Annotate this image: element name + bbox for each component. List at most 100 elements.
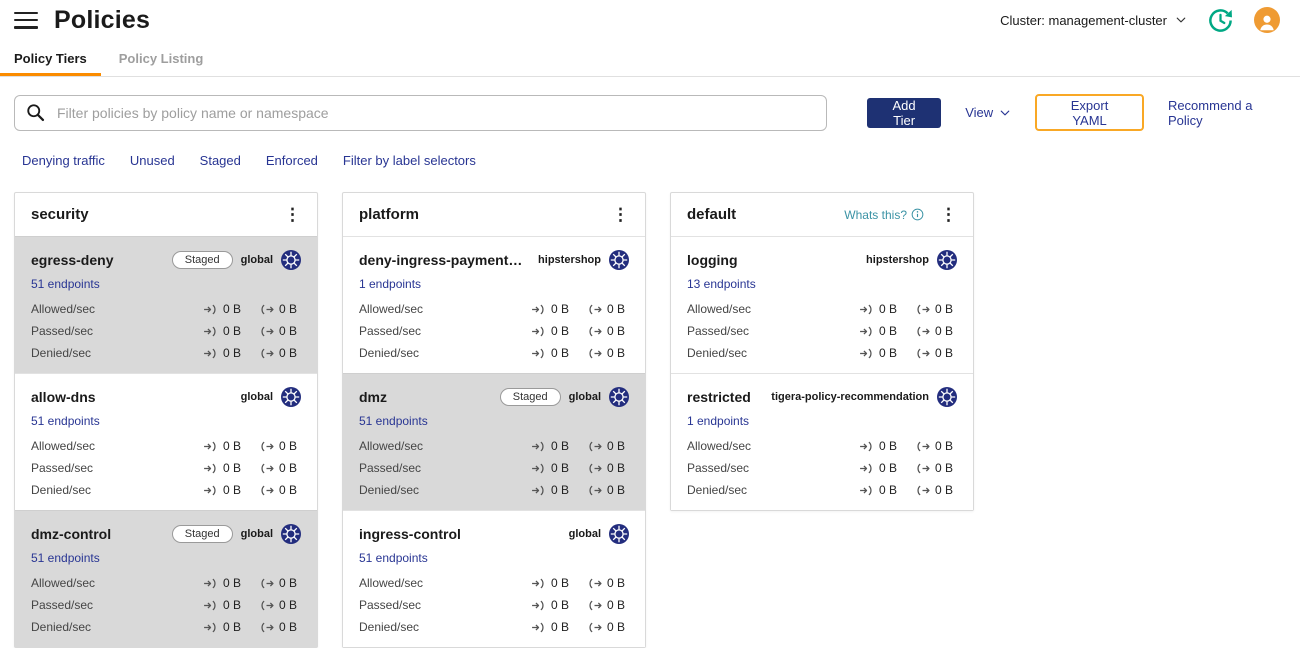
- scope-label: global: [240, 254, 273, 266]
- tab-policy-listing[interactable]: Policy Listing: [105, 40, 218, 76]
- endpoints-link[interactable]: 13 endpoints: [687, 277, 756, 291]
- metric-label: Passed/sec: [687, 324, 750, 338]
- policy-card[interactable]: allow-dns global 51 endpoints Allowed/se…: [15, 373, 317, 510]
- egress-value: 0 B: [935, 439, 954, 453]
- scope-label: hipstershop: [538, 254, 601, 266]
- tab-policy-tiers[interactable]: Policy Tiers: [0, 40, 101, 76]
- policy-card[interactable]: ingress-control global 51 endpoints Allo…: [343, 510, 645, 647]
- endpoints-link[interactable]: 51 endpoints: [31, 277, 100, 291]
- egress-icon: [587, 463, 602, 474]
- metric-label: Allowed/sec: [31, 302, 96, 316]
- recommend-policy-link[interactable]: Recommend a Policy: [1168, 98, 1280, 128]
- egress-icon: [587, 485, 602, 496]
- metric-label: Allowed/sec: [687, 439, 752, 453]
- policy-card[interactable]: logging hipstershop 13 endpoints Allowed…: [671, 236, 973, 373]
- metric-label: Denied/sec: [31, 483, 92, 497]
- egress-value: 0 B: [935, 483, 954, 497]
- filter-staged[interactable]: Staged: [200, 153, 241, 168]
- egress-value: 0 B: [935, 324, 954, 338]
- policy-name[interactable]: restricted: [687, 389, 763, 405]
- ingress-value: 0 B: [223, 576, 242, 590]
- policy-card[interactable]: dmz Staged global 51 endpoints Allowed/s…: [343, 373, 645, 510]
- user-avatar[interactable]: [1254, 7, 1280, 33]
- page-title: Policies: [54, 5, 151, 34]
- view-dropdown[interactable]: View: [965, 105, 1011, 120]
- policy-card[interactable]: egress-deny Staged global 51 endpoints A…: [15, 236, 317, 373]
- egress-icon: [259, 485, 274, 496]
- ingress-icon: [203, 578, 218, 589]
- kubernetes-icon: [281, 524, 301, 544]
- tier-column-security: security ⋮ egress-deny Staged global 51 …: [14, 192, 318, 648]
- filter-unused[interactable]: Unused: [130, 153, 175, 168]
- policy-name[interactable]: egress-deny: [31, 252, 164, 268]
- filter-label-selectors[interactable]: Filter by label selectors: [343, 153, 476, 168]
- policy-name[interactable]: logging: [687, 252, 858, 268]
- policy-name[interactable]: allow-dns: [31, 389, 233, 405]
- ingress-value: 0 B: [551, 324, 570, 338]
- info-icon: [911, 208, 924, 221]
- chevron-down-icon: [1175, 14, 1187, 26]
- ingress-icon: [203, 622, 218, 633]
- egress-icon: [259, 348, 274, 359]
- cluster-selector[interactable]: Cluster: management-cluster: [1000, 13, 1187, 28]
- endpoints-link[interactable]: 51 endpoints: [359, 414, 428, 428]
- filter-denying-traffic[interactable]: Denying traffic: [22, 153, 105, 168]
- egress-icon: [259, 304, 274, 315]
- egress-icon: [915, 485, 930, 496]
- policy-card[interactable]: restricted tigera-policy-recommendation …: [671, 373, 973, 510]
- egress-value: 0 B: [607, 598, 626, 612]
- policy-name[interactable]: ingress-control: [359, 526, 561, 542]
- tier-menu-icon[interactable]: ⋮: [282, 206, 303, 223]
- egress-icon: [259, 441, 274, 452]
- egress-value: 0 B: [279, 346, 298, 360]
- policy-name[interactable]: deny-ingress-paymentservi...: [359, 252, 530, 268]
- endpoints-link[interactable]: 1 endpoints: [359, 277, 421, 291]
- egress-icon: [587, 348, 602, 359]
- metric-label: Allowed/sec: [31, 439, 96, 453]
- metric-label: Denied/sec: [359, 346, 420, 360]
- egress-icon: [259, 326, 274, 337]
- ingress-value: 0 B: [551, 598, 570, 612]
- policy-name[interactable]: dmz-control: [31, 526, 164, 542]
- tier-menu-icon[interactable]: ⋮: [938, 206, 959, 223]
- menu-icon[interactable]: [14, 11, 38, 29]
- ingress-value: 0 B: [223, 302, 242, 316]
- tab-bar: Policy Tiers Policy Listing: [0, 40, 1300, 77]
- egress-value: 0 B: [607, 439, 626, 453]
- endpoints-link[interactable]: 51 endpoints: [31, 414, 100, 428]
- whats-this-link[interactable]: Whats this?: [844, 208, 924, 222]
- ingress-icon: [859, 463, 874, 474]
- toolbar: Add Tier View Export YAML Recommend a Po…: [0, 77, 1300, 131]
- ingress-value: 0 B: [879, 439, 898, 453]
- history-icon[interactable]: [1207, 7, 1234, 34]
- ingress-icon: [531, 348, 546, 359]
- egress-value: 0 B: [607, 483, 626, 497]
- tier-name: default: [687, 206, 737, 223]
- egress-icon: [915, 441, 930, 452]
- metric-label: Passed/sec: [359, 461, 422, 475]
- endpoints-link[interactable]: 51 endpoints: [359, 551, 428, 565]
- metric-label: Passed/sec: [31, 461, 94, 475]
- scope-label: global: [240, 528, 273, 540]
- metric-label: Passed/sec: [687, 461, 750, 475]
- endpoints-link[interactable]: 51 endpoints: [31, 551, 100, 565]
- policy-card[interactable]: deny-ingress-paymentservi... hipstershop…: [343, 236, 645, 373]
- egress-icon: [915, 304, 930, 315]
- export-yaml-button[interactable]: Export YAML: [1035, 94, 1144, 131]
- policy-card[interactable]: dmz-control Staged global 51 endpoints A…: [15, 510, 317, 647]
- search-input[interactable]: [55, 103, 816, 122]
- ingress-value: 0 B: [551, 483, 570, 497]
- ingress-icon: [859, 326, 874, 337]
- egress-value: 0 B: [279, 324, 298, 338]
- egress-icon: [915, 348, 930, 359]
- ingress-icon: [531, 578, 546, 589]
- tier-menu-icon[interactable]: ⋮: [610, 206, 631, 223]
- add-tier-button[interactable]: Add Tier: [867, 97, 942, 128]
- ingress-icon: [531, 485, 546, 496]
- policy-name[interactable]: dmz: [359, 389, 492, 405]
- filter-enforced[interactable]: Enforced: [266, 153, 318, 168]
- tier-name: platform: [359, 206, 419, 223]
- ingress-value: 0 B: [223, 439, 242, 453]
- endpoints-link[interactable]: 1 endpoints: [687, 414, 749, 428]
- ingress-value: 0 B: [551, 461, 570, 475]
